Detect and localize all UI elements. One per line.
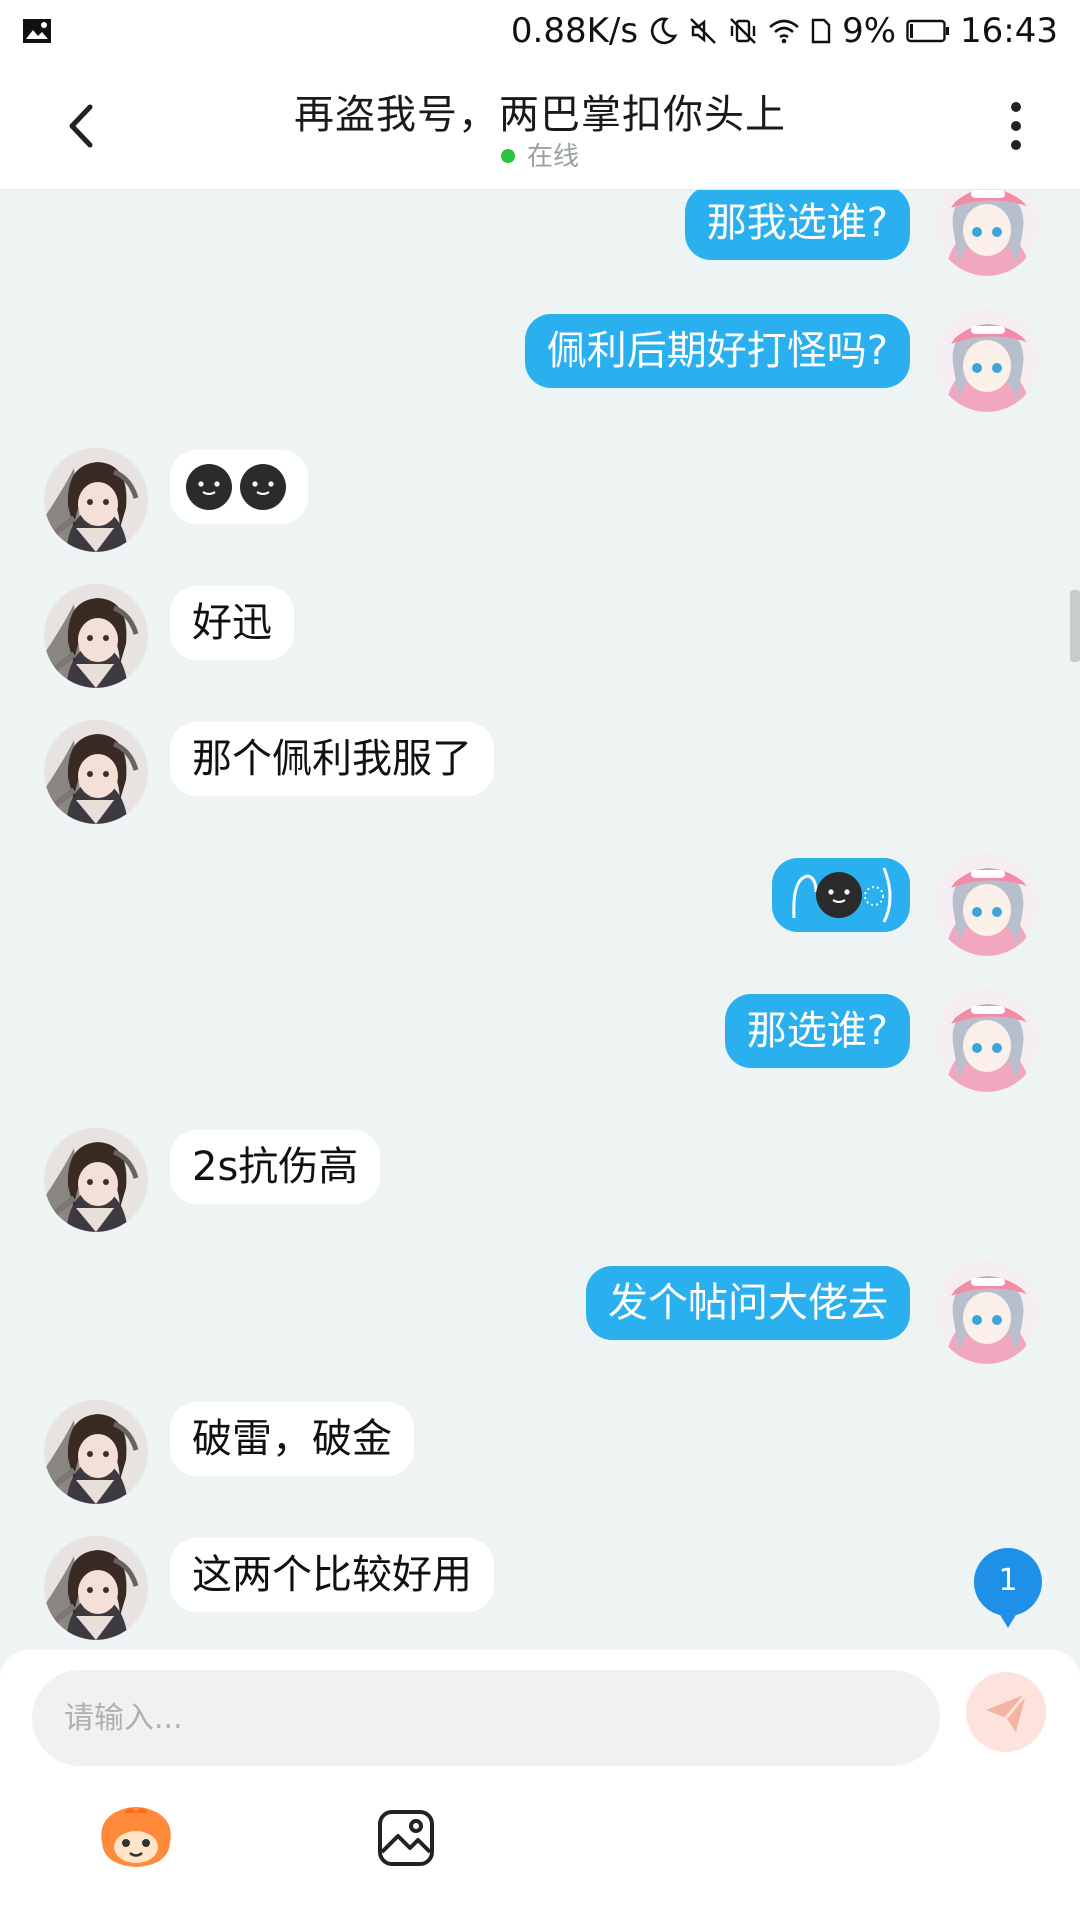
- my-avatar[interactable]: [935, 1260, 1039, 1364]
- my-avatar[interactable]: [935, 988, 1039, 1092]
- chat-header: 再盗我号，两巴掌扣你头上 在线: [0, 62, 1080, 190]
- sticker-button[interactable]: [96, 1798, 176, 1878]
- contact-avatar[interactable]: [44, 1128, 148, 1232]
- my-avatar[interactable]: [935, 190, 1039, 276]
- message-bubble-sent[interactable]: 那选谁?: [724, 994, 910, 1068]
- contact-avatar[interactable]: [44, 448, 148, 552]
- online-status: 在线: [0, 136, 1080, 173]
- my-avatar[interactable]: [935, 852, 1039, 956]
- battery-icon: [906, 18, 950, 44]
- contact-avatar[interactable]: [44, 720, 148, 824]
- composer: [0, 1650, 1080, 1920]
- message-bubble-received[interactable]: 好迅: [170, 586, 294, 660]
- status-bar: 0.88K/s 9% 16:43: [0, 0, 1080, 62]
- moon-icon: [648, 16, 678, 46]
- contact-avatar[interactable]: [44, 1400, 148, 1504]
- chat-title: 再盗我号，两巴掌扣你头上: [294, 92, 786, 138]
- gallery-notification-icon: [22, 18, 52, 44]
- unread-message-badge[interactable]: 1: [972, 1546, 1044, 1630]
- message-bubble-received[interactable]: 这两个比较好用: [170, 1538, 494, 1612]
- battery-percent: 9%: [842, 11, 897, 51]
- clock: 16:43: [960, 11, 1058, 51]
- scrollbar-thumb[interactable]: [1070, 590, 1080, 662]
- net-speed: 0.88K/s: [510, 11, 639, 51]
- send-button[interactable]: [966, 1672, 1046, 1752]
- message-bubble-sent[interactable]: 那我选谁?: [684, 190, 910, 260]
- chat-area[interactable]: 那我选谁? 佩利后期好打怪吗? 好迅 那个佩利我服了 那选谁? 2s抗伤高 发个…: [0, 190, 1080, 1650]
- online-status-text: 在线: [526, 142, 579, 172]
- vibrate-off-icon: [728, 16, 758, 46]
- more-button[interactable]: [996, 96, 1036, 156]
- more-vertical-icon: [1011, 102, 1021, 150]
- unread-count: 1: [998, 1563, 1018, 1598]
- message-bubble-received-emoji[interactable]: [170, 450, 308, 524]
- image-button[interactable]: [366, 1798, 446, 1878]
- message-bubble-received[interactable]: 2s抗伤高: [170, 1130, 381, 1204]
- my-avatar[interactable]: [935, 308, 1039, 412]
- emoji-face-icon: [185, 463, 287, 511]
- message-bubble-received[interactable]: 破雷，破金: [170, 1402, 414, 1476]
- message-bubble-sent[interactable]: 佩利后期好打怪吗?: [524, 314, 910, 388]
- emoji-face-icon: [792, 867, 892, 923]
- send-icon: [986, 1693, 1028, 1732]
- sim-icon: [810, 17, 832, 45]
- message-bubble-sent[interactable]: 发个帖问大佬去: [586, 1266, 910, 1340]
- wifi-icon: [768, 18, 800, 44]
- online-dot: [500, 148, 515, 163]
- contact-avatar[interactable]: [44, 584, 148, 688]
- message-bubble-sent-emoji[interactable]: [772, 858, 910, 932]
- mute-icon: [688, 16, 718, 46]
- sticker-icon: [101, 1807, 171, 1867]
- message-input[interactable]: [32, 1670, 940, 1766]
- message-bubble-received[interactable]: 那个佩利我服了: [170, 722, 494, 796]
- contact-avatar[interactable]: [44, 1536, 148, 1640]
- image-icon: [378, 1810, 434, 1866]
